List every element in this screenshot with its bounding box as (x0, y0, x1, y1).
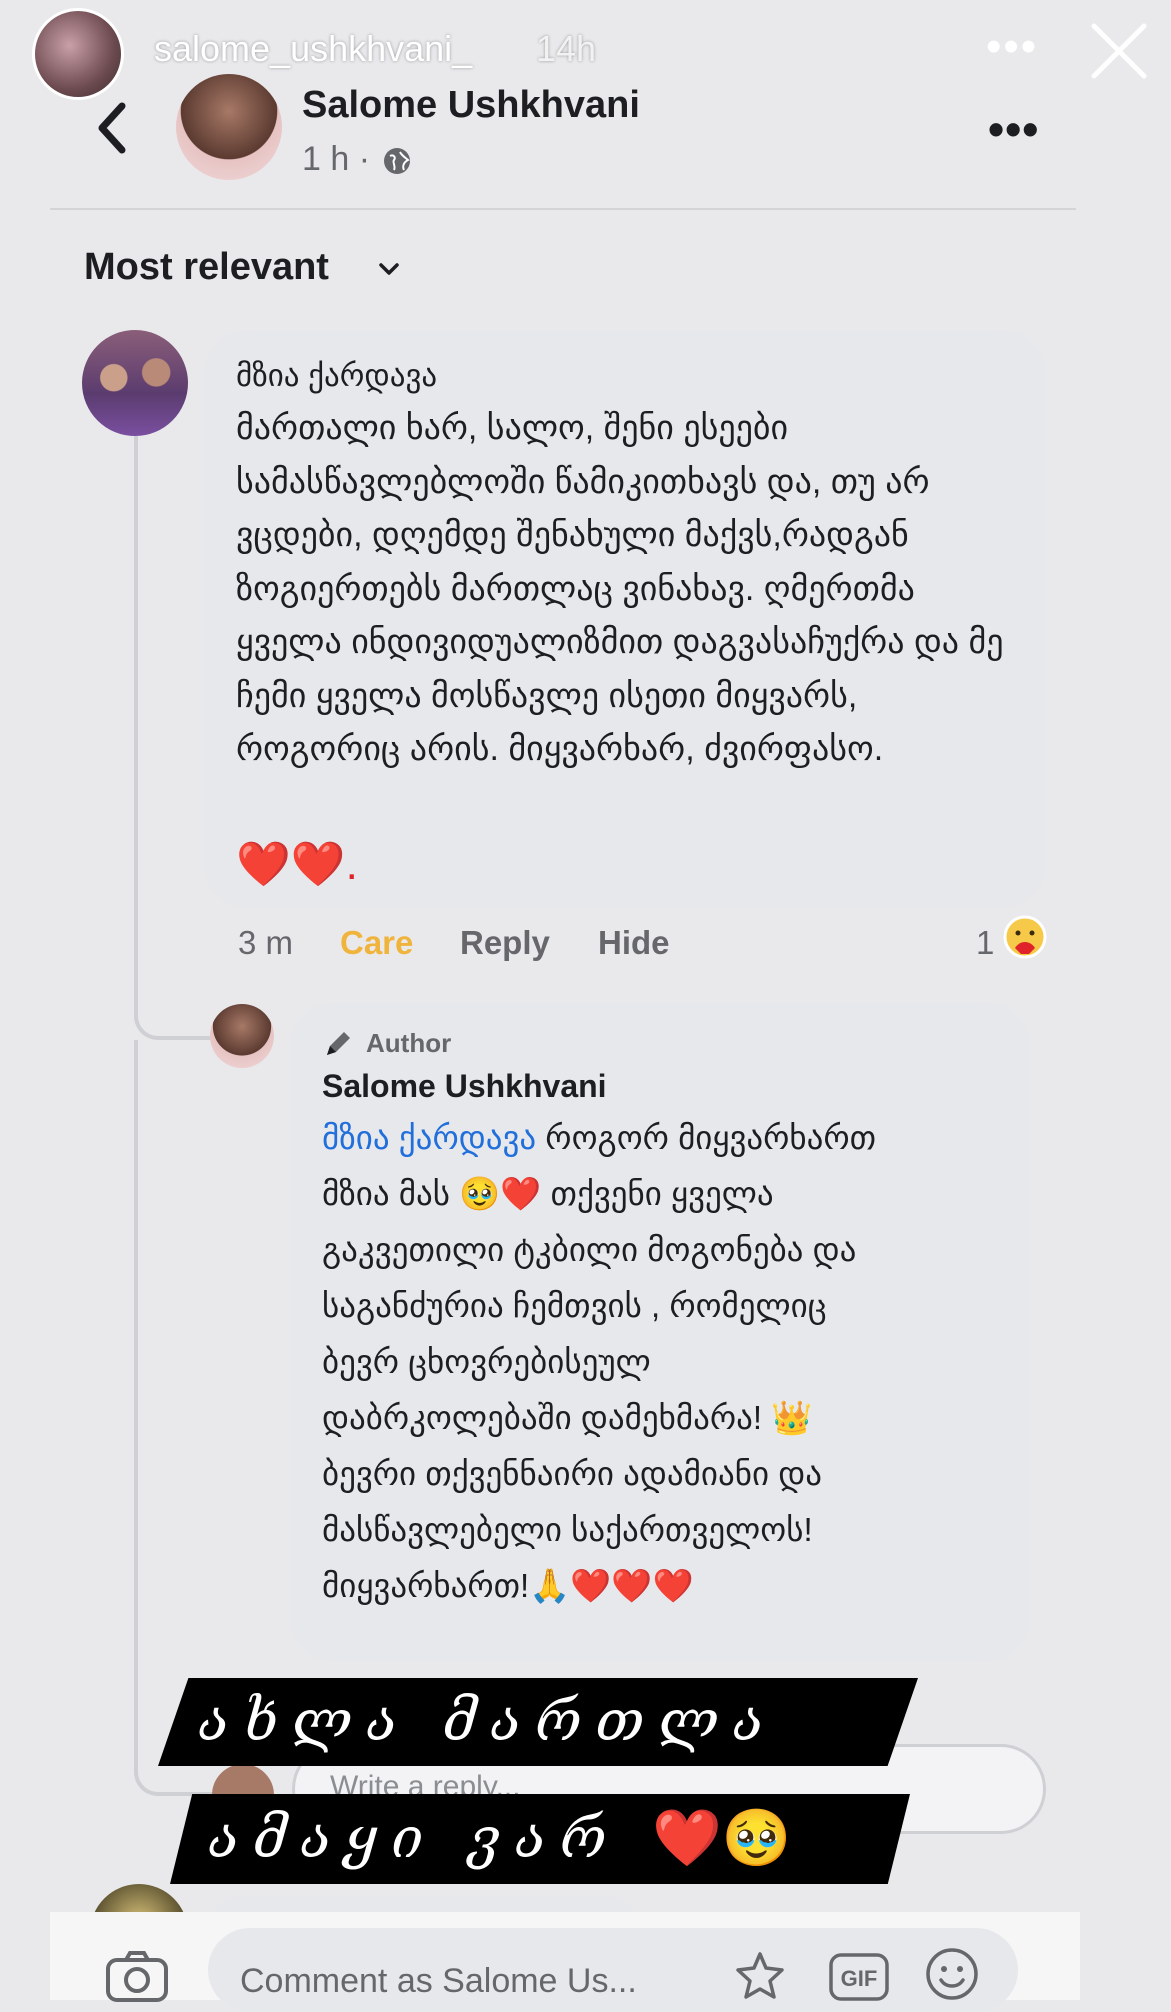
reply-line: ბევრი თქვენნაირი ადამიანი და (322, 1455, 822, 1492)
overlay-caption-text: ამაყი ვარ (208, 1806, 621, 1871)
back-icon[interactable] (92, 100, 132, 156)
reply-author-avatar[interactable] (210, 1004, 274, 1068)
hide-button[interactable]: Hide (598, 924, 670, 962)
reaction-count[interactable]: 1 (976, 924, 994, 962)
post-time: 1 h · (302, 140, 371, 178)
story-username[interactable]: salome_ushkhvani_ (154, 28, 472, 70)
chevron-down-icon[interactable] (374, 254, 404, 284)
reply-line: დაბრკოლებაში დამეხმარა! 👑 (322, 1399, 813, 1436)
overlay-caption-line-2: ამაყი ვარ ❤️🥹 (170, 1794, 910, 1884)
overlay-caption-line-1: ახლა მართლა (158, 1678, 918, 1766)
care-reaction-button[interactable]: Care (340, 924, 413, 962)
emoji-icon[interactable] (924, 1946, 980, 2002)
story-more-button[interactable]: ••• (986, 22, 1038, 72)
reply-author-name[interactable]: Salome Ushkhvani (322, 1068, 607, 1105)
reply-line: მზია მას 🥹❤️ თქვენი ყველა (322, 1175, 774, 1212)
comment-hearts: ❤️❤️. (236, 840, 358, 889)
comment-input-placeholder: Comment as Salome Us... (240, 1962, 637, 2000)
post-more-button[interactable]: ••• (988, 102, 1039, 156)
camera-icon[interactable] (104, 1950, 170, 2002)
story-avatar[interactable] (32, 8, 124, 100)
sort-dropdown[interactable]: Most relevant (84, 246, 329, 289)
commenter-name[interactable]: მზია ქარდავა (236, 358, 437, 394)
post-author-name[interactable]: Salome Ushkhvani (302, 84, 640, 127)
sticker-icon[interactable] (734, 1950, 786, 2002)
globe-icon (384, 148, 410, 174)
story-age: 14h (536, 28, 597, 69)
commenter-avatar[interactable] (82, 330, 188, 436)
reply-line: გაკვეთილი ტკბილი მოგონება და (322, 1231, 857, 1268)
divider (50, 208, 1076, 210)
reply-line: მიყვარხართ!🙏❤️❤️❤️ (322, 1567, 694, 1604)
reply-line: ბევრ ცხოვრებისეულ (322, 1343, 651, 1380)
overlay-caption-emoji: ❤️🥹 (652, 1806, 792, 1871)
reply-line: მასწავლებელი საქართველოს! (322, 1511, 813, 1548)
comment-time: 3 m (238, 924, 294, 961)
close-icon[interactable] (1088, 20, 1150, 82)
reply-line: საგანძურია ჩემთვის , რომელიც (322, 1287, 827, 1324)
comment-text: მართალი ხარ, სალო, შენი ესეები სამასწავლ… (236, 409, 1004, 768)
reply-line: როგორ მიყვარხართ (536, 1119, 877, 1156)
reply-text: მზია ქარდავა როგორ მიყვარხართ მზია მას 🥹… (322, 1110, 1022, 1614)
gif-icon[interactable]: GIF (828, 1952, 890, 2002)
care-reaction-icon[interactable] (1002, 914, 1048, 960)
pencil-icon (327, 1032, 350, 1055)
gif-label: GIF (841, 1966, 878, 1991)
post-author-avatar[interactable] (176, 74, 282, 180)
mention-link[interactable]: მზია ქარდავა (322, 1119, 536, 1156)
reply-button[interactable]: Reply (460, 924, 550, 962)
author-badge: Author (366, 1028, 452, 1058)
